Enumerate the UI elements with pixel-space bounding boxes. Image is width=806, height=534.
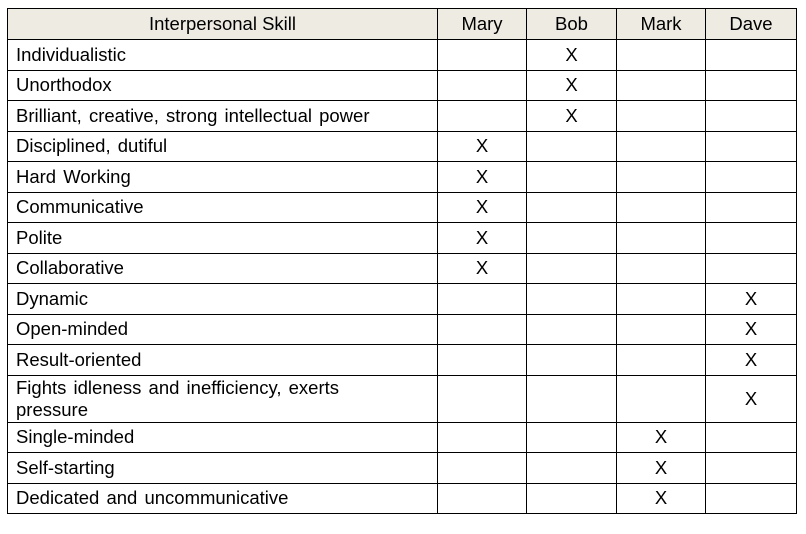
cell-mark [616,222,706,254]
table-row: Self-starting X [7,452,797,484]
cell-mark [616,39,706,71]
cell-mary: X [437,222,527,254]
cell-mary [437,452,527,484]
cell-mary [437,482,527,514]
cell-mark [616,191,706,223]
skill-name-cell: Communicative [7,191,438,223]
cell-dave [705,69,797,101]
cell-mark: X [616,482,706,514]
cell-mary: X [437,252,527,284]
table-row: Brilliant, creative, strong intellectual… [7,100,797,132]
cell-dave: X [705,374,797,423]
cell-bob [526,452,617,484]
cell-bob [526,482,617,514]
cell-bob [526,313,617,345]
cell-mark [616,130,706,162]
table-row: Unorthodox X [7,69,797,101]
table-row: Collaborative X [7,252,797,284]
cell-dave [705,161,797,193]
cell-mary [437,100,527,132]
header-bob: Bob [526,8,617,40]
cell-mary [437,344,527,376]
cell-mary [437,283,527,315]
table-row: Hard Working X [7,161,797,193]
cell-dave [705,482,797,514]
skill-name-cell: Fights idleness and inefficiency, exerts… [7,374,438,423]
cell-mark [616,252,706,284]
table-row: Dedicated and uncommunicative X [7,482,797,514]
cell-dave [705,222,797,254]
header-dave: Dave [705,8,797,40]
cell-dave: X [705,313,797,345]
table-row: Individualistic X [7,39,797,71]
table-row: Communicative X [7,191,797,223]
header-row: Interpersonal Skill Mary Bob Mark Dave [7,8,797,40]
cell-mary [437,374,527,423]
cell-bob [526,252,617,284]
cell-mary: X [437,130,527,162]
cell-mark: X [616,452,706,484]
cell-bob [526,130,617,162]
cell-dave [705,252,797,284]
cell-mary [437,313,527,345]
skill-name-cell: Open-minded [7,313,438,345]
skill-name-cell: Self-starting [7,452,438,484]
cell-mark [616,283,706,315]
cell-mary: X [437,161,527,193]
table-row: Single-minded X [7,421,797,453]
table-row: Disciplined, dutiful X [7,130,797,162]
cell-bob [526,222,617,254]
cell-dave [705,452,797,484]
skill-name-cell: Result-oriented [7,344,438,376]
skill-name-cell: Hard Working [7,161,438,193]
cell-dave: X [705,344,797,376]
header-mary: Mary [437,8,527,40]
cell-bob [526,344,617,376]
cell-bob [526,374,617,423]
cell-dave [705,39,797,71]
cell-mark: X [616,421,706,453]
cell-mark [616,69,706,101]
cell-bob: X [526,69,617,101]
table-row: Dynamic X [7,283,797,315]
skill-name-cell: Unorthodox [7,69,438,101]
skill-name-cell: Polite [7,222,438,254]
skill-name-cell: Collaborative [7,252,438,284]
header-mark: Mark [616,8,706,40]
interpersonal-skills-table: Interpersonal Skill Mary Bob Mark Dave I… [7,8,797,514]
skill-name-cell: Dynamic [7,283,438,315]
cell-bob [526,283,617,315]
skill-name-cell: Single-minded [7,421,438,453]
skill-name-cell: Disciplined, dutiful [7,130,438,162]
header-interpersonal-skill: Interpersonal Skill [7,8,438,40]
cell-mary [437,39,527,71]
cell-dave [705,421,797,453]
cell-mark [616,374,706,423]
table-row: Result-oriented X [7,344,797,376]
cell-mark [616,344,706,376]
cell-dave: X [705,283,797,315]
table-row: Open-minded X [7,313,797,345]
cell-dave [705,191,797,223]
cell-mary [437,69,527,101]
cell-bob [526,161,617,193]
cell-bob: X [526,39,617,71]
table-row: Polite X [7,222,797,254]
cell-mark [616,100,706,132]
cell-mary [437,421,527,453]
skill-name-cell: Individualistic [7,39,438,71]
cell-mary: X [437,191,527,223]
cell-bob [526,191,617,223]
cell-mark [616,313,706,345]
table-row: Fights idleness and inefficiency, exerts… [7,374,797,423]
skill-name-cell: Dedicated and uncommunicative [7,482,438,514]
cell-dave [705,130,797,162]
cell-mark [616,161,706,193]
cell-dave [705,100,797,132]
cell-bob: X [526,100,617,132]
cell-bob [526,421,617,453]
skill-name-cell: Brilliant, creative, strong intellectual… [7,100,438,132]
